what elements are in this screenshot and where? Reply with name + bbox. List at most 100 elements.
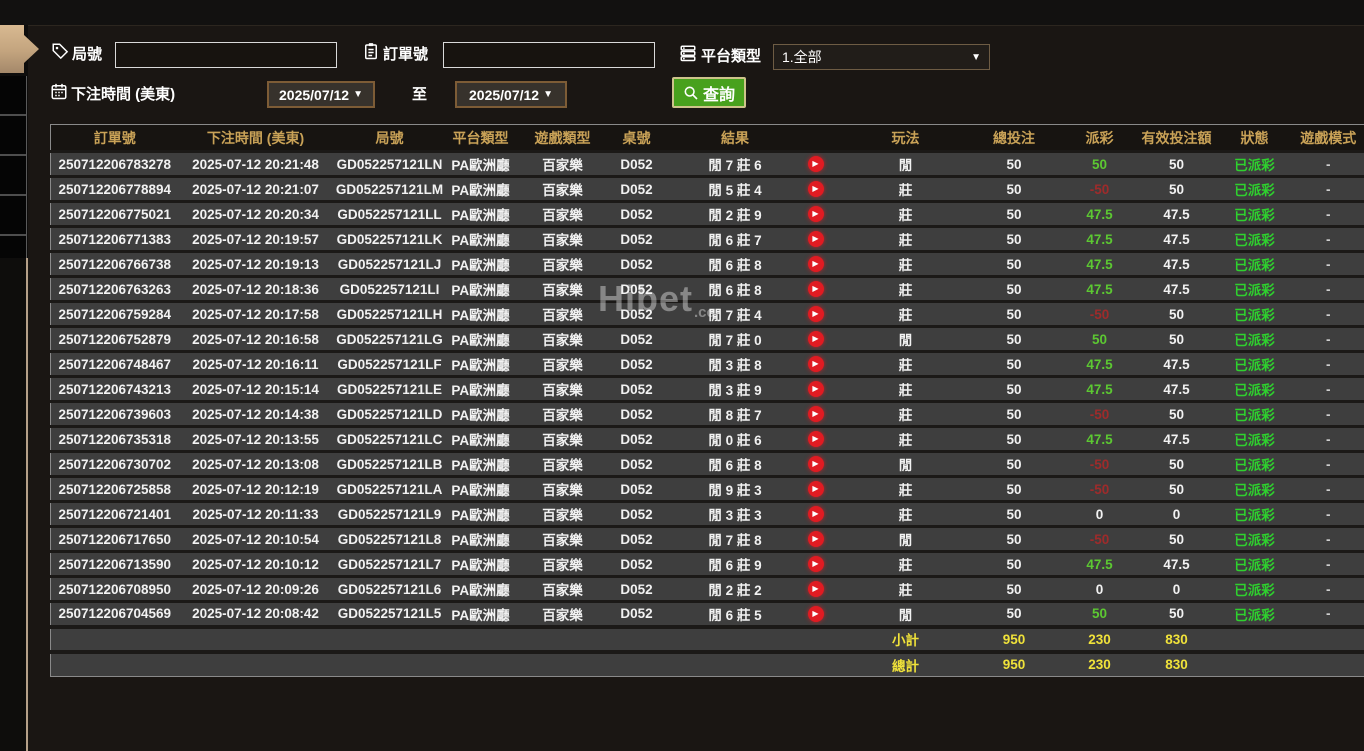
total-bet-cell: 50 bbox=[965, 400, 1063, 427]
play-video-icon[interactable]: ▶ bbox=[807, 231, 824, 247]
play-video-icon[interactable]: ▶ bbox=[807, 206, 824, 222]
result-cell: 閒 2 莊 9 ▶ bbox=[662, 200, 846, 227]
play-video-icon[interactable]: ▶ bbox=[807, 531, 824, 547]
status-cell: 已派彩 bbox=[1216, 575, 1293, 602]
status-cell: 已派彩 bbox=[1216, 275, 1293, 302]
play-video-icon[interactable]: ▶ bbox=[807, 456, 824, 472]
search-button[interactable]: 查詢 bbox=[672, 77, 747, 108]
table-number-cell: D052 bbox=[610, 250, 663, 277]
total-bet-cell: 50 bbox=[965, 550, 1063, 577]
game-mode-cell: - bbox=[1292, 375, 1364, 402]
round-number-cell: GD052257121LC bbox=[332, 425, 447, 452]
payout-cell: 47.5 bbox=[1062, 225, 1137, 252]
total-bet-cell: 50 bbox=[965, 425, 1063, 452]
subtotal-row-value: 950 bbox=[965, 624, 1063, 652]
valid-bet-cell: 47.5 bbox=[1136, 350, 1217, 377]
payout-cell: 47.5 bbox=[1062, 425, 1137, 452]
round-number-input[interactable] bbox=[115, 42, 337, 68]
subtotal-row-empty bbox=[178, 624, 333, 652]
game-type-cell: 百家樂 bbox=[514, 525, 611, 552]
total-row-empty bbox=[1292, 649, 1364, 677]
game-mode-cell: - bbox=[1292, 300, 1364, 327]
bet-time-cell: 2025-07-12 20:10:12 bbox=[178, 550, 333, 577]
result-cell: 閒 9 莊 3 ▶ bbox=[662, 475, 846, 502]
table-row: 250712206730702 2025-07-12 20:13:08 GD05… bbox=[50, 450, 1364, 477]
game-mode-cell: - bbox=[1292, 350, 1364, 377]
game-mode-cell: - bbox=[1292, 325, 1364, 352]
game-type-cell: 百家樂 bbox=[514, 350, 611, 377]
play-video-icon[interactable]: ▶ bbox=[807, 256, 824, 272]
result-text: 閒 7 莊 8 bbox=[708, 533, 762, 548]
play-video-icon[interactable]: ▶ bbox=[807, 381, 824, 397]
result-cell: 閒 6 莊 5 ▶ bbox=[662, 600, 846, 627]
date-from-picker[interactable]: 2025/07/12 ▼ bbox=[267, 81, 375, 108]
bet-type-cell: 閒 bbox=[845, 525, 966, 552]
result-cell: 閒 7 莊 0 ▶ bbox=[662, 325, 846, 352]
tag-icon bbox=[51, 42, 69, 60]
bet-records-table: 訂單號 下注時間 (美東) 局號 平台類型 遊戲類型 桌號 結果 玩法 總投注 … bbox=[50, 124, 1364, 677]
result-cell: 閒 3 莊 9 ▶ bbox=[662, 375, 846, 402]
play-video-icon[interactable]: ▶ bbox=[807, 506, 824, 522]
play-video-icon[interactable]: ▶ bbox=[807, 356, 824, 372]
result-cell: 閒 6 莊 8 ▶ bbox=[662, 275, 846, 302]
order-number-cell: 250712206748467 bbox=[50, 350, 179, 377]
server-stack-icon bbox=[679, 44, 697, 62]
round-number-cell: GD052257121LG bbox=[332, 325, 447, 352]
game-mode-cell: - bbox=[1292, 600, 1364, 627]
play-video-icon[interactable]: ▶ bbox=[807, 406, 824, 422]
game-mode-cell: - bbox=[1292, 575, 1364, 602]
game-mode-cell: - bbox=[1292, 450, 1364, 477]
table-number-cell: D052 bbox=[610, 575, 663, 602]
table-number-cell: D052 bbox=[610, 150, 663, 177]
bet-time-cell: 2025-07-12 20:09:26 bbox=[178, 575, 333, 602]
platform-cell: PA歐洲廳 bbox=[446, 250, 515, 277]
bet-time-cell: 2025-07-12 20:16:11 bbox=[178, 350, 333, 377]
table-number-cell: D052 bbox=[610, 450, 663, 477]
round-number-cell: GD052257121LD bbox=[332, 400, 447, 427]
play-video-icon[interactable]: ▶ bbox=[807, 605, 824, 622]
table-number-cell: D052 bbox=[610, 350, 663, 377]
payout-cell: -50 bbox=[1062, 525, 1137, 552]
result-text: 閒 3 莊 3 bbox=[708, 508, 762, 523]
play-video-icon[interactable]: ▶ bbox=[807, 156, 824, 172]
play-video-icon[interactable]: ▶ bbox=[807, 431, 824, 447]
col-bettype: 玩法 bbox=[845, 124, 966, 152]
play-video-icon[interactable]: ▶ bbox=[807, 331, 824, 347]
table-number-cell: D052 bbox=[610, 375, 663, 402]
platform-cell: PA歐洲廳 bbox=[446, 325, 515, 352]
play-video-icon[interactable]: ▶ bbox=[807, 556, 824, 572]
round-number-cell: GD052257121LA bbox=[332, 475, 447, 502]
bet-history-panel: 局號 訂單號 平台類型 1.全部 ▼ 下注時間 (美東) 2025/07/12 bbox=[28, 25, 1364, 751]
result-text: 閒 6 莊 9 bbox=[708, 558, 762, 573]
order-number-input[interactable] bbox=[443, 42, 655, 68]
bet-history-page: 局號 訂單號 平台類型 1.全部 ▼ 下注時間 (美東) 2025/07/12 bbox=[0, 0, 1364, 751]
table-row: 250712206735318 2025-07-12 20:13:55 GD05… bbox=[50, 425, 1364, 452]
status-cell: 已派彩 bbox=[1216, 600, 1293, 627]
round-number-cell: GD052257121L5 bbox=[332, 600, 447, 627]
play-video-icon[interactable]: ▶ bbox=[807, 181, 824, 197]
total-row-empty bbox=[662, 649, 846, 677]
play-video-icon[interactable]: ▶ bbox=[807, 481, 824, 497]
game-type-cell: 百家樂 bbox=[514, 250, 611, 277]
date-to-picker[interactable]: 2025/07/12 ▼ bbox=[455, 81, 567, 108]
play-video-icon[interactable]: ▶ bbox=[807, 306, 824, 322]
subtotal-row-empty bbox=[50, 624, 179, 652]
table-row: 250712206752879 2025-07-12 20:16:58 GD05… bbox=[50, 325, 1364, 352]
bet-type-cell: 莊 bbox=[845, 350, 966, 377]
table-row: 250712206704569 2025-07-12 20:08:42 GD05… bbox=[50, 600, 1364, 627]
table-row: 250712206725858 2025-07-12 20:12:19 GD05… bbox=[50, 475, 1364, 502]
play-video-icon[interactable]: ▶ bbox=[807, 281, 824, 297]
order-number-label: 訂單號 bbox=[383, 46, 429, 63]
table-number-cell: D052 bbox=[610, 175, 663, 202]
result-cell: 閒 6 莊 9 ▶ bbox=[662, 550, 846, 577]
round-number-cell: GD052257121LE bbox=[332, 375, 447, 402]
play-video-icon[interactable]: ▶ bbox=[807, 581, 824, 597]
table-row: 250712206763263 2025-07-12 20:18:36 GD05… bbox=[50, 275, 1364, 302]
bet-type-cell: 閒 bbox=[845, 150, 966, 177]
platform-type-select[interactable]: 1.全部 ▼ bbox=[773, 44, 990, 70]
subtotal-row-empty bbox=[662, 624, 846, 652]
bet-type-cell: 莊 bbox=[845, 300, 966, 327]
game-mode-cell: - bbox=[1292, 200, 1364, 227]
valid-bet-cell: 50 bbox=[1136, 325, 1217, 352]
bet-time-cell: 2025-07-12 20:20:34 bbox=[178, 200, 333, 227]
